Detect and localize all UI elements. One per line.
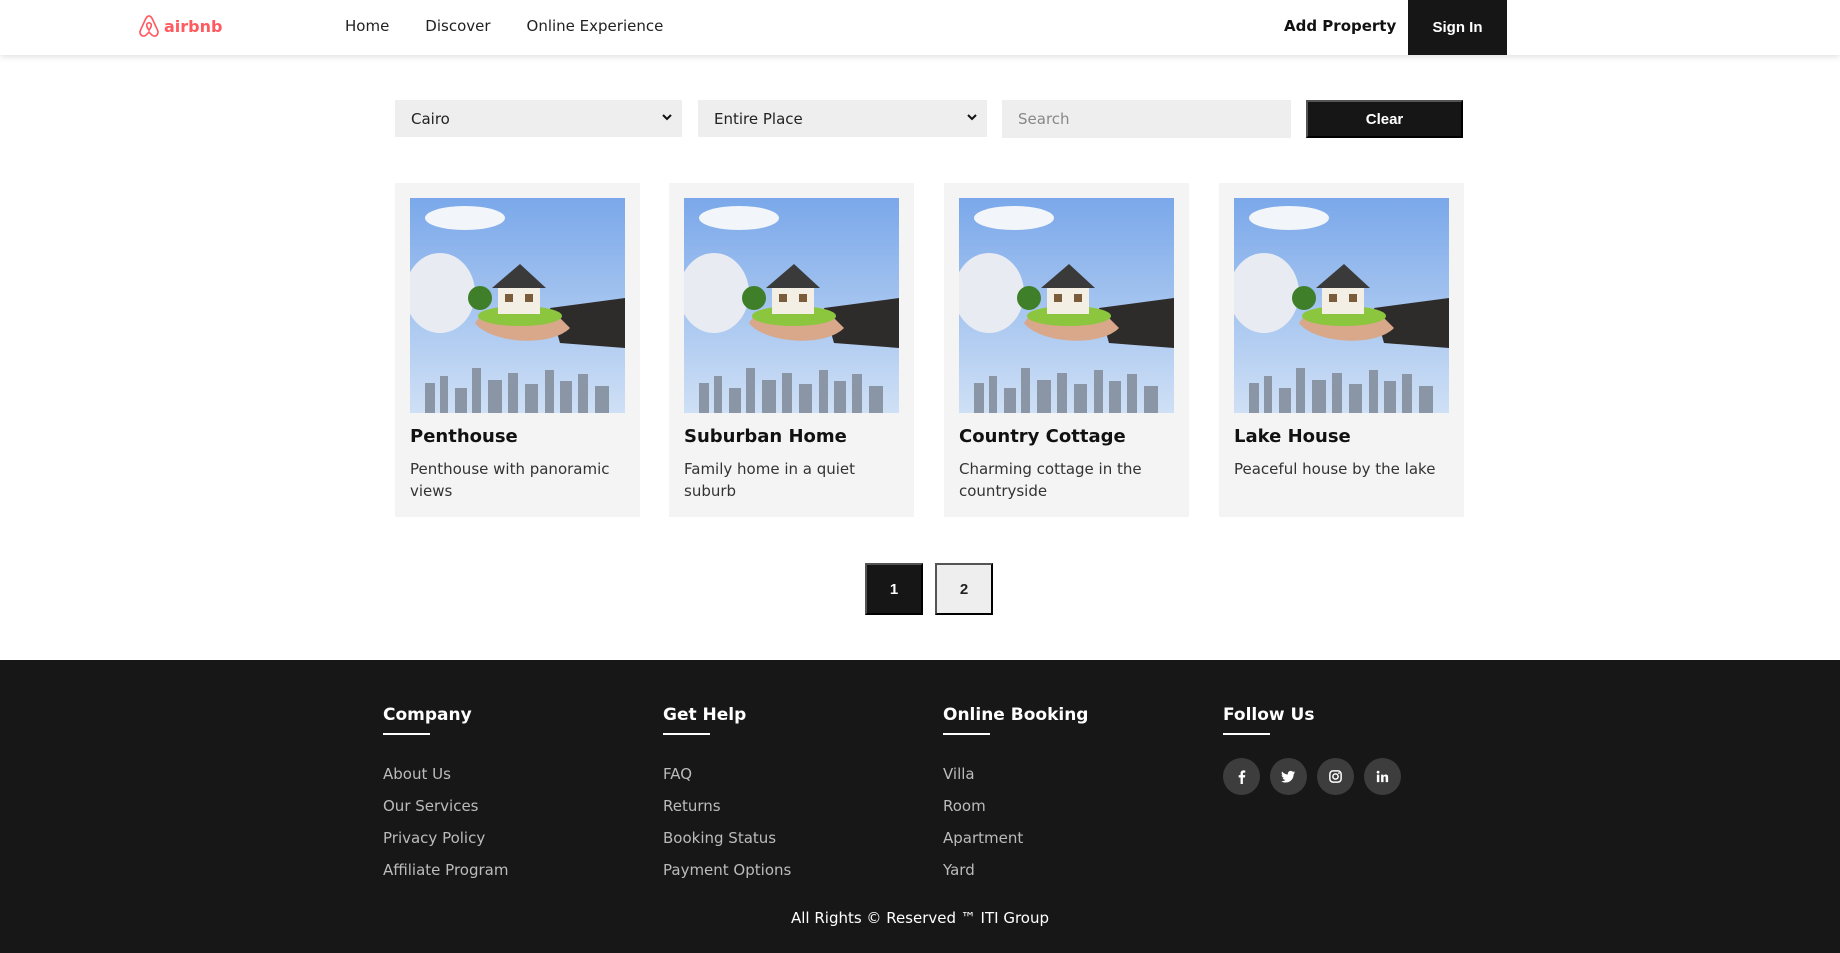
property-description: Charming cottage in the countryside xyxy=(959,460,1142,500)
add-property-link[interactable]: Add Property xyxy=(1284,17,1396,35)
facebook-icon[interactable] xyxy=(1223,758,1260,795)
footer-link-returns[interactable]: Returns xyxy=(663,790,791,822)
heading-underline xyxy=(1223,733,1270,735)
page-2-button[interactable]: 2 xyxy=(935,563,993,615)
site-footer: Company About Us Our Services Privacy Po… xyxy=(0,660,1840,953)
city-select-value: Cairo xyxy=(411,109,450,128)
footer-col-get-help: Get Help FAQ Returns Booking Status Paym… xyxy=(663,705,791,886)
footer-col-online-booking: Online Booking Villa Room Apartment Yard xyxy=(943,705,1088,886)
main-nav: Home Discover Online Experience xyxy=(345,17,663,35)
airbnb-logo-icon xyxy=(139,15,159,37)
footer-link-payment-options[interactable]: Payment Options xyxy=(663,854,791,886)
footer-link-affiliate-program[interactable]: Affiliate Program xyxy=(383,854,508,886)
property-title: Country Cottage xyxy=(959,426,1126,447)
footer-link-our-services[interactable]: Our Services xyxy=(383,790,508,822)
footer-link-room[interactable]: Room xyxy=(943,790,1088,822)
property-image xyxy=(959,198,1174,413)
nav-online-experience[interactable]: Online Experience xyxy=(527,17,664,35)
footer-col-company: Company About Us Our Services Privacy Po… xyxy=(383,705,508,886)
heading-underline xyxy=(943,733,990,735)
page-1-button[interactable]: 1 xyxy=(865,563,923,615)
footer-col-follow-us: Follow Us xyxy=(1223,705,1401,795)
footer-link-booking-status[interactable]: Booking Status xyxy=(663,822,791,854)
property-image xyxy=(1234,198,1449,413)
instagram-icon[interactable] xyxy=(1317,758,1354,795)
heading-underline xyxy=(663,733,710,735)
property-description: Penthouse with panoramic views xyxy=(410,460,610,500)
social-links xyxy=(1223,758,1401,795)
property-description: Peaceful house by the lake xyxy=(1234,460,1436,478)
nav-home[interactable]: Home xyxy=(345,17,389,35)
twitter-icon[interactable] xyxy=(1270,758,1307,795)
place-type-select-value: Entire Place xyxy=(714,109,803,128)
property-image xyxy=(684,198,899,413)
clear-button[interactable]: Clear xyxy=(1306,100,1463,138)
copyright-text: All Rights © Reserved ™ ITI Group xyxy=(790,909,1049,927)
footer-heading: Company xyxy=(383,705,472,725)
linkedin-icon[interactable] xyxy=(1364,758,1401,795)
property-title: Penthouse xyxy=(410,426,518,447)
chevron-down-icon xyxy=(662,114,672,121)
sign-in-button[interactable]: Sign In xyxy=(1408,0,1507,55)
search-placeholder: Search xyxy=(1018,110,1070,128)
footer-heading: Online Booking xyxy=(943,705,1089,725)
footer-heading: Get Help xyxy=(663,705,747,725)
site-header: airbnb Home Discover Online Experience A… xyxy=(0,0,1840,55)
heading-underline xyxy=(383,733,430,735)
city-select[interactable]: Cairo xyxy=(395,100,682,137)
footer-heading: Follow Us xyxy=(1223,705,1315,725)
property-card[interactable]: Penthouse Penthouse with panoramic views xyxy=(395,183,640,517)
search-input[interactable]: Search xyxy=(1002,100,1291,138)
footer-link-apartment[interactable]: Apartment xyxy=(943,822,1088,854)
logo-text: airbnb xyxy=(164,16,223,36)
property-description: Family home in a quiet suburb xyxy=(684,460,856,500)
airbnb-logo[interactable]: airbnb xyxy=(138,14,222,38)
property-title: Suburban Home xyxy=(684,426,847,447)
property-card[interactable]: Suburban Home Family home in a quiet sub… xyxy=(669,183,914,517)
property-card[interactable]: Lake House Peaceful house by the lake xyxy=(1219,183,1464,517)
place-type-select[interactable]: Entire Place xyxy=(698,100,987,137)
nav-discover[interactable]: Discover xyxy=(425,17,490,35)
property-title: Lake House xyxy=(1234,426,1351,447)
footer-link-privacy-policy[interactable]: Privacy Policy xyxy=(383,822,508,854)
footer-link-faq[interactable]: FAQ xyxy=(663,758,791,790)
footer-link-villa[interactable]: Villa xyxy=(943,758,1088,790)
footer-link-about-us[interactable]: About Us xyxy=(383,758,508,790)
property-image xyxy=(410,198,625,413)
property-card[interactable]: Country Cottage Charming cottage in the … xyxy=(944,183,1189,517)
footer-link-yard[interactable]: Yard xyxy=(943,854,1088,886)
chevron-down-icon xyxy=(967,114,977,121)
